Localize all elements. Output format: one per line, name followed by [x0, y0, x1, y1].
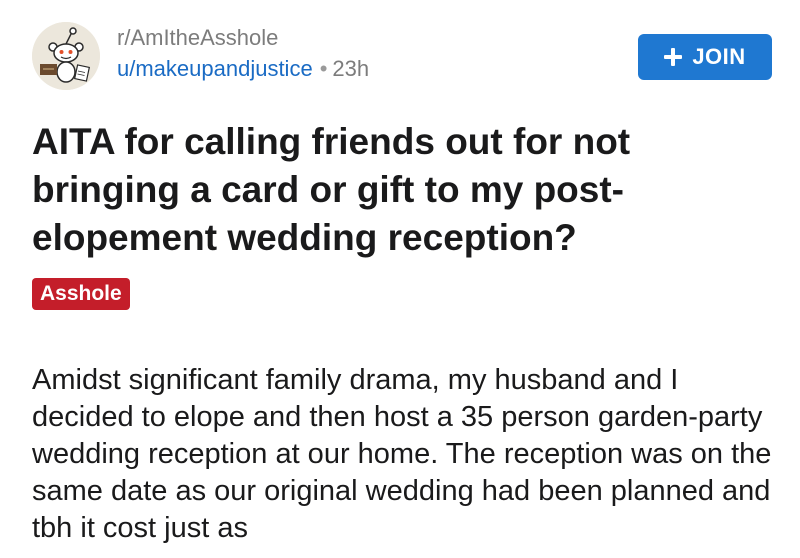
post-title[interactable]: AITA for calling friends out for not bri…: [32, 118, 772, 262]
reddit-post: r/AmItheAsshole u/makeupandjustice • 23h J…: [0, 0, 800, 558]
join-button[interactable]: JOIN: [638, 34, 772, 80]
post-body: Amidst significant family drama, my husb…: [32, 364, 772, 544]
post-meta: r/AmItheAsshole u/makeupandjustice • 23h: [117, 24, 369, 83]
author-link[interactable]: u/makeupandjustice: [117, 56, 313, 81]
author-line: u/makeupandjustice • 23h: [117, 55, 369, 83]
plus-icon: [664, 48, 683, 66]
subreddit-link[interactable]: r/AmItheAsshole: [117, 24, 369, 52]
post-age: 23h: [332, 56, 370, 81]
join-button-label: JOIN: [692, 44, 746, 69]
meta-separator: •: [319, 56, 328, 81]
post-flair[interactable]: Asshole: [32, 278, 130, 310]
post-header: r/AmItheAsshole u/makeupandjustice • 23h J…: [32, 22, 772, 92]
snoo-avatar-icon[interactable]: [32, 22, 100, 90]
